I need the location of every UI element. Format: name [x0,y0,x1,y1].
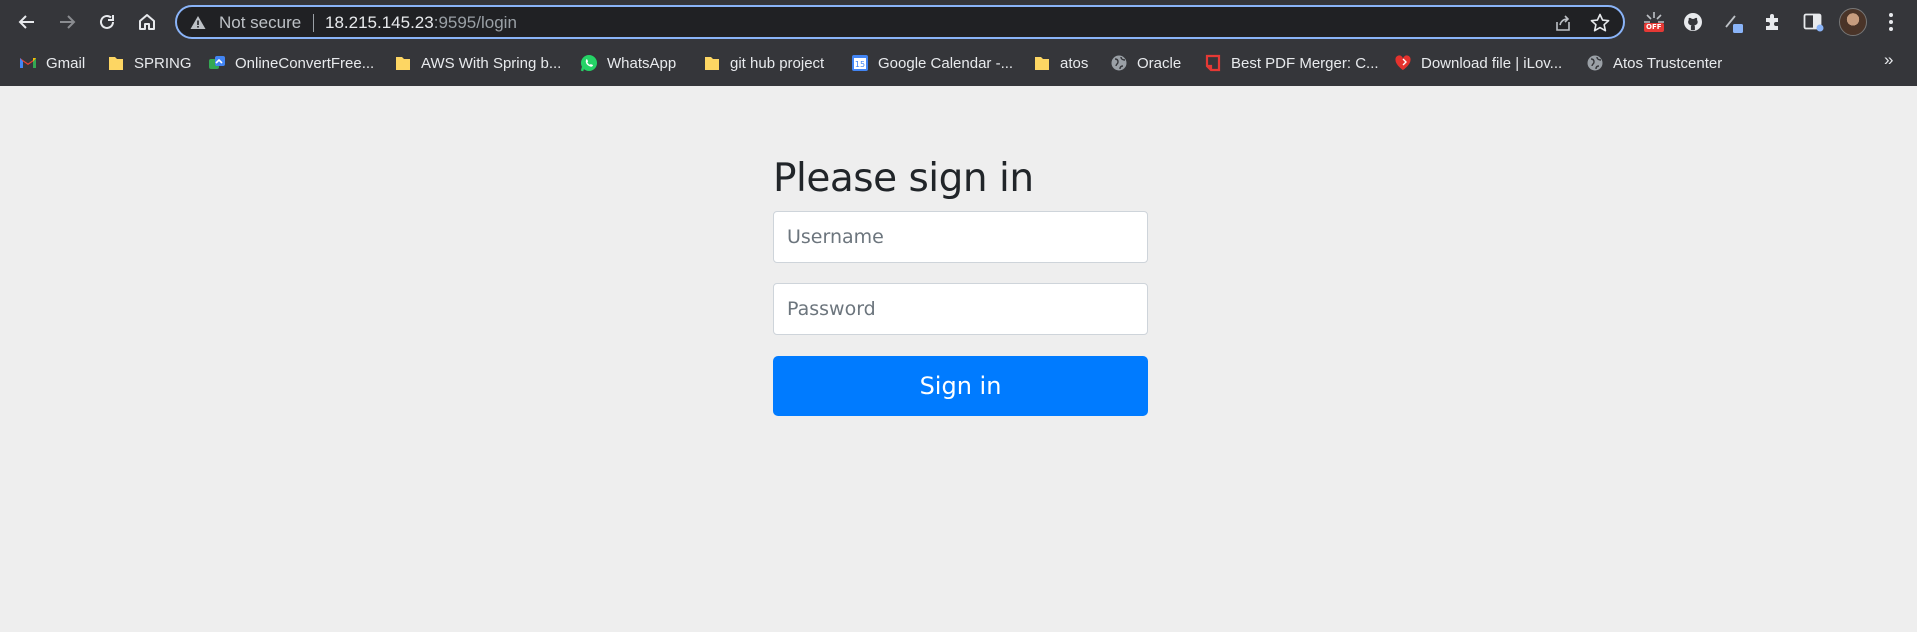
extension-adblock[interactable]: OFF [1642,10,1666,34]
arrow-right-icon [60,15,76,29]
bookmark-label: SPRING [134,54,192,72]
bookmark-label: git hub project [730,54,825,72]
bookmark-label: Atos Trustcenter [1613,54,1723,72]
bookmarks-overflow-button[interactable]: » [1884,50,1893,70]
folder-icon [703,54,721,72]
extensions-button[interactable] [1761,10,1785,34]
bookmark-atos[interactable]: atos [1033,52,1088,74]
bookmark-gmail[interactable]: Gmail [19,52,85,74]
home-icon [139,14,155,30]
folder-icon [394,54,412,72]
back-button[interactable] [13,8,41,36]
url-text[interactable]: 18.215.145.23:9595/login [325,13,517,33]
bookmark-label: atos [1060,54,1089,72]
bookmark-label: OnlineConvertFree... [235,54,375,72]
pen-icon [1725,15,1743,33]
globe-icon [1586,54,1604,72]
bookmark-onlineconvert[interactable]: OnlineConvertFree... [208,52,374,74]
url-host: 18.215.145.23 [325,13,434,32]
bookmark-ilovepdf[interactable]: Download file | iLov... [1394,52,1562,74]
bookmark-label: AWS With Spring b... [421,54,562,72]
username-field[interactable] [773,211,1148,263]
security-label[interactable]: Not secure [219,13,301,33]
bookmark-spring[interactable]: SPRING [107,52,192,74]
bookmark-whatsapp[interactable]: WhatsApp [580,52,676,74]
share-icon[interactable] [1553,13,1573,33]
bookmark-google-calendar[interactable]: 15 Google Calendar -... [851,52,1013,74]
pdf-icon [1204,54,1222,72]
folder-icon [1033,54,1051,72]
extension-github[interactable] [1681,10,1705,34]
convert-icon [208,54,226,72]
puzzle-icon [1766,14,1778,30]
page-title: Please sign in [773,156,1034,201]
sign-in-button[interactable]: Sign in [773,356,1148,416]
github-icon [1684,13,1702,31]
heart-icon [1394,54,1412,72]
gmail-icon [19,54,37,72]
reload-icon [100,14,114,29]
forward-button[interactable] [53,8,81,36]
browser-toolbar: Not secure 18.215.145.23:9595/login OFF [0,0,1917,44]
bookmark-label: WhatsApp [607,54,677,72]
bookmark-label: Best PDF Merger: C... [1231,54,1379,72]
bookmark-label: Gmail [46,54,86,72]
reload-button[interactable] [93,8,121,36]
browser-chrome: Not secure 18.215.145.23:9595/login OFF … [0,0,1917,86]
address-bar[interactable]: Not secure 18.215.145.23:9595/login [175,5,1625,39]
bookmark-github-project[interactable]: git hub project [703,52,824,74]
side-panel-button[interactable] [1801,10,1825,34]
url-path: :9595/login [433,13,517,32]
globe-icon [1110,54,1128,72]
calendar-day: 15 [855,60,865,69]
more-vert-icon[interactable] [1883,9,1899,35]
whatsapp-icon [580,54,598,72]
bookmark-star-icon[interactable] [1589,12,1611,34]
bookmark-pdf-merger[interactable]: Best PDF Merger: C... [1204,52,1379,74]
bookmark-label: Download file | iLov... [1421,54,1563,72]
bookmarks-bar: Gmail SPRING OnlineConvertFree... AWS Wi… [0,44,1917,82]
bookmark-label: Oracle [1137,54,1182,72]
login-form: Please sign in Sign in [773,155,1148,416]
off-badge: OFF [1644,23,1664,32]
bookmark-label: Google Calendar -... [878,54,1014,72]
home-button[interactable] [133,8,161,36]
profile-avatar[interactable] [1839,8,1867,36]
bookmark-oracle[interactable]: Oracle [1110,52,1181,74]
arrow-left-icon [18,15,34,29]
extension-pen[interactable] [1721,10,1745,34]
warning-icon[interactable] [189,14,207,32]
bookmark-aws-spring[interactable]: AWS With Spring b... [394,52,561,74]
side-panel-icon [1803,13,1824,32]
password-field[interactable] [773,283,1148,335]
bookmark-atos-trustcenter[interactable]: Atos Trustcenter [1586,52,1722,74]
address-divider [313,14,314,32]
folder-icon [107,54,125,72]
calendar-icon: 15 [851,54,869,72]
